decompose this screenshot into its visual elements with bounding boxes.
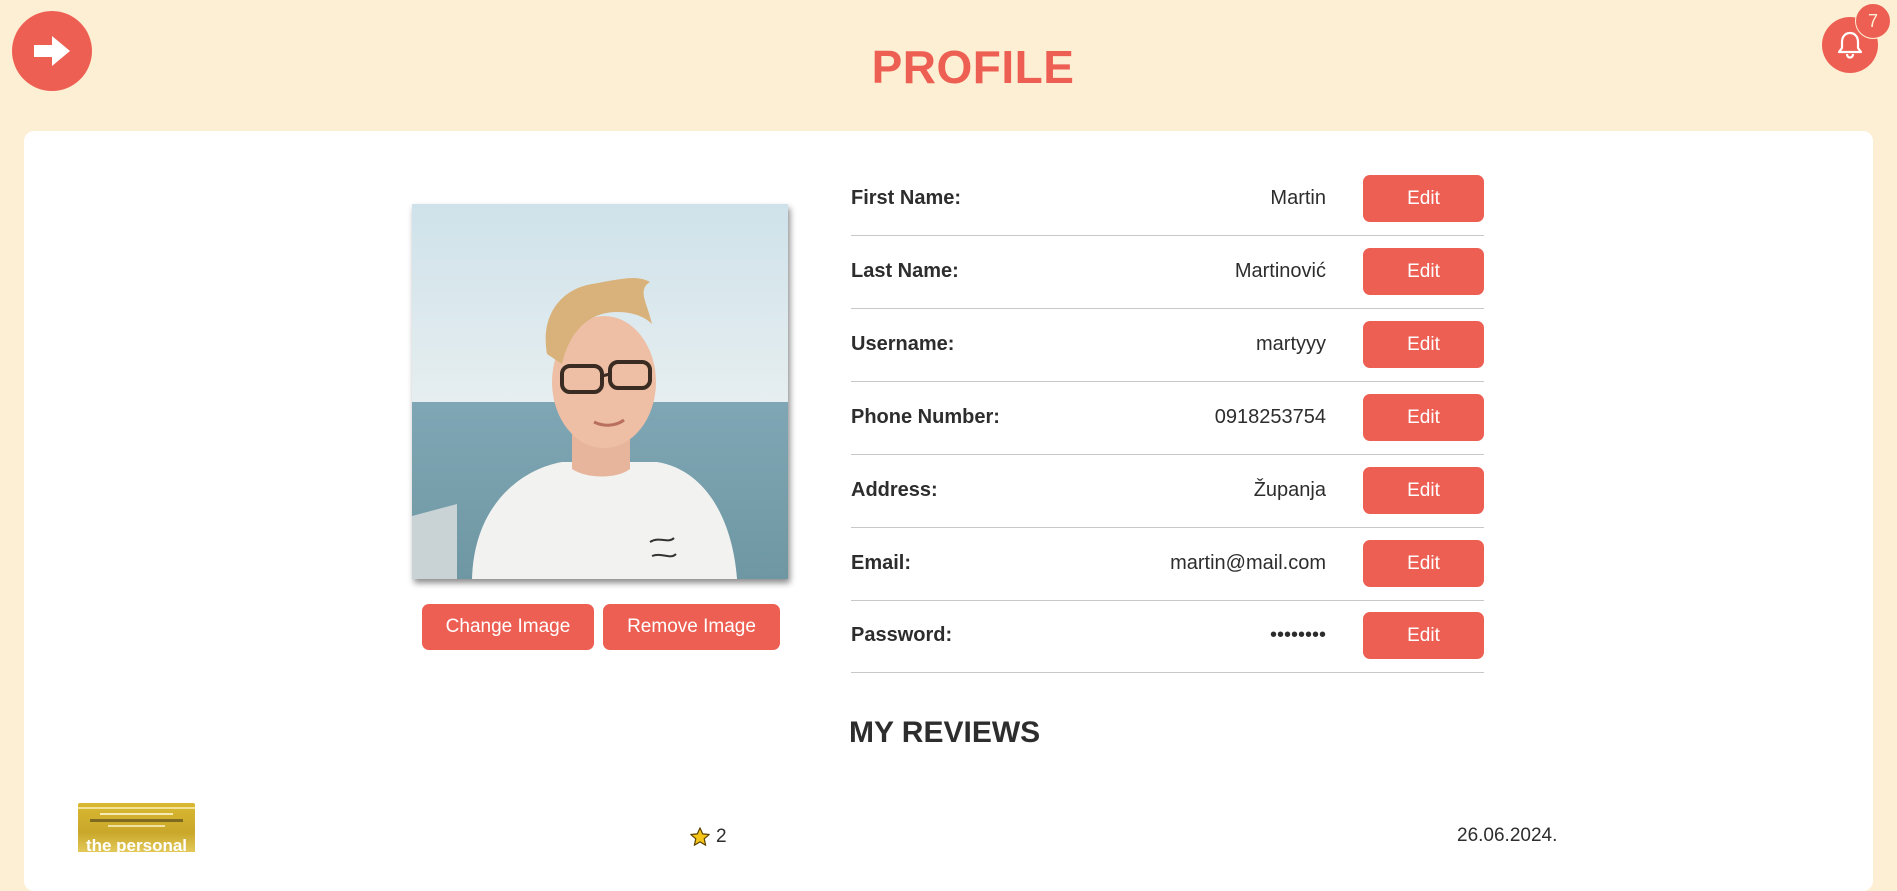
star-icon [690, 827, 710, 846]
page-title: PROFILE [871, 41, 1075, 93]
edit-phone-number-button[interactable]: Edit [1363, 394, 1484, 441]
edit-last-name-button[interactable]: Edit [1363, 248, 1484, 295]
username-row: Username: martyyy Edit [851, 309, 1484, 382]
profile-avatar [412, 204, 788, 579]
first-name-row: First Name: Martin Edit [851, 163, 1484, 236]
password-value: •••••••• [1269, 624, 1326, 646]
username-value: martyyy [1256, 333, 1326, 355]
first-name-value: Martin [1270, 187, 1326, 209]
review-rating-value: 2 [716, 826, 727, 847]
address-label: Address: [851, 479, 938, 501]
review-book-cover[interactable]: the personal [78, 803, 195, 852]
edit-password-button[interactable]: Edit [1363, 612, 1484, 659]
last-name-row: Last Name: Martinović Edit [851, 236, 1484, 309]
book-cover-title: the personal [85, 836, 188, 852]
email-label: Email: [851, 552, 912, 574]
address-row: Address: Županja Edit [851, 455, 1484, 528]
profile-photo [412, 204, 788, 579]
phone-number-row: Phone Number: 0918253754 Edit [851, 382, 1484, 455]
change-image-button[interactable]: Change Image [422, 604, 594, 650]
review-rating: 2 [689, 826, 727, 848]
edit-first-name-button[interactable]: Edit [1363, 175, 1484, 222]
username-label: Username: [851, 333, 955, 355]
password-label: Password: [851, 624, 953, 646]
password-row: Password: •••••••• Edit [851, 600, 1484, 673]
last-name-label: Last Name: [851, 260, 959, 282]
phone-number-value: 0918253754 [1214, 406, 1326, 428]
email-value: martin@mail.com [1170, 552, 1326, 574]
review-date: 26.06.2024. [1457, 825, 1558, 846]
first-name-label: First Name: [851, 187, 962, 209]
remove-image-button[interactable]: Remove Image [603, 604, 780, 650]
reviews-section-title: MY REVIEWS [849, 716, 1041, 749]
notification-count-badge: 7 [1855, 3, 1891, 39]
email-row: Email: martin@mail.com Edit [851, 528, 1484, 601]
edit-address-button[interactable]: Edit [1363, 467, 1484, 514]
phone-number-label: Phone Number: [851, 406, 1000, 428]
address-value: Županja [1253, 479, 1326, 501]
edit-username-button[interactable]: Edit [1363, 321, 1484, 368]
last-name-value: Martinović [1234, 260, 1326, 282]
edit-email-button[interactable]: Edit [1363, 540, 1484, 587]
